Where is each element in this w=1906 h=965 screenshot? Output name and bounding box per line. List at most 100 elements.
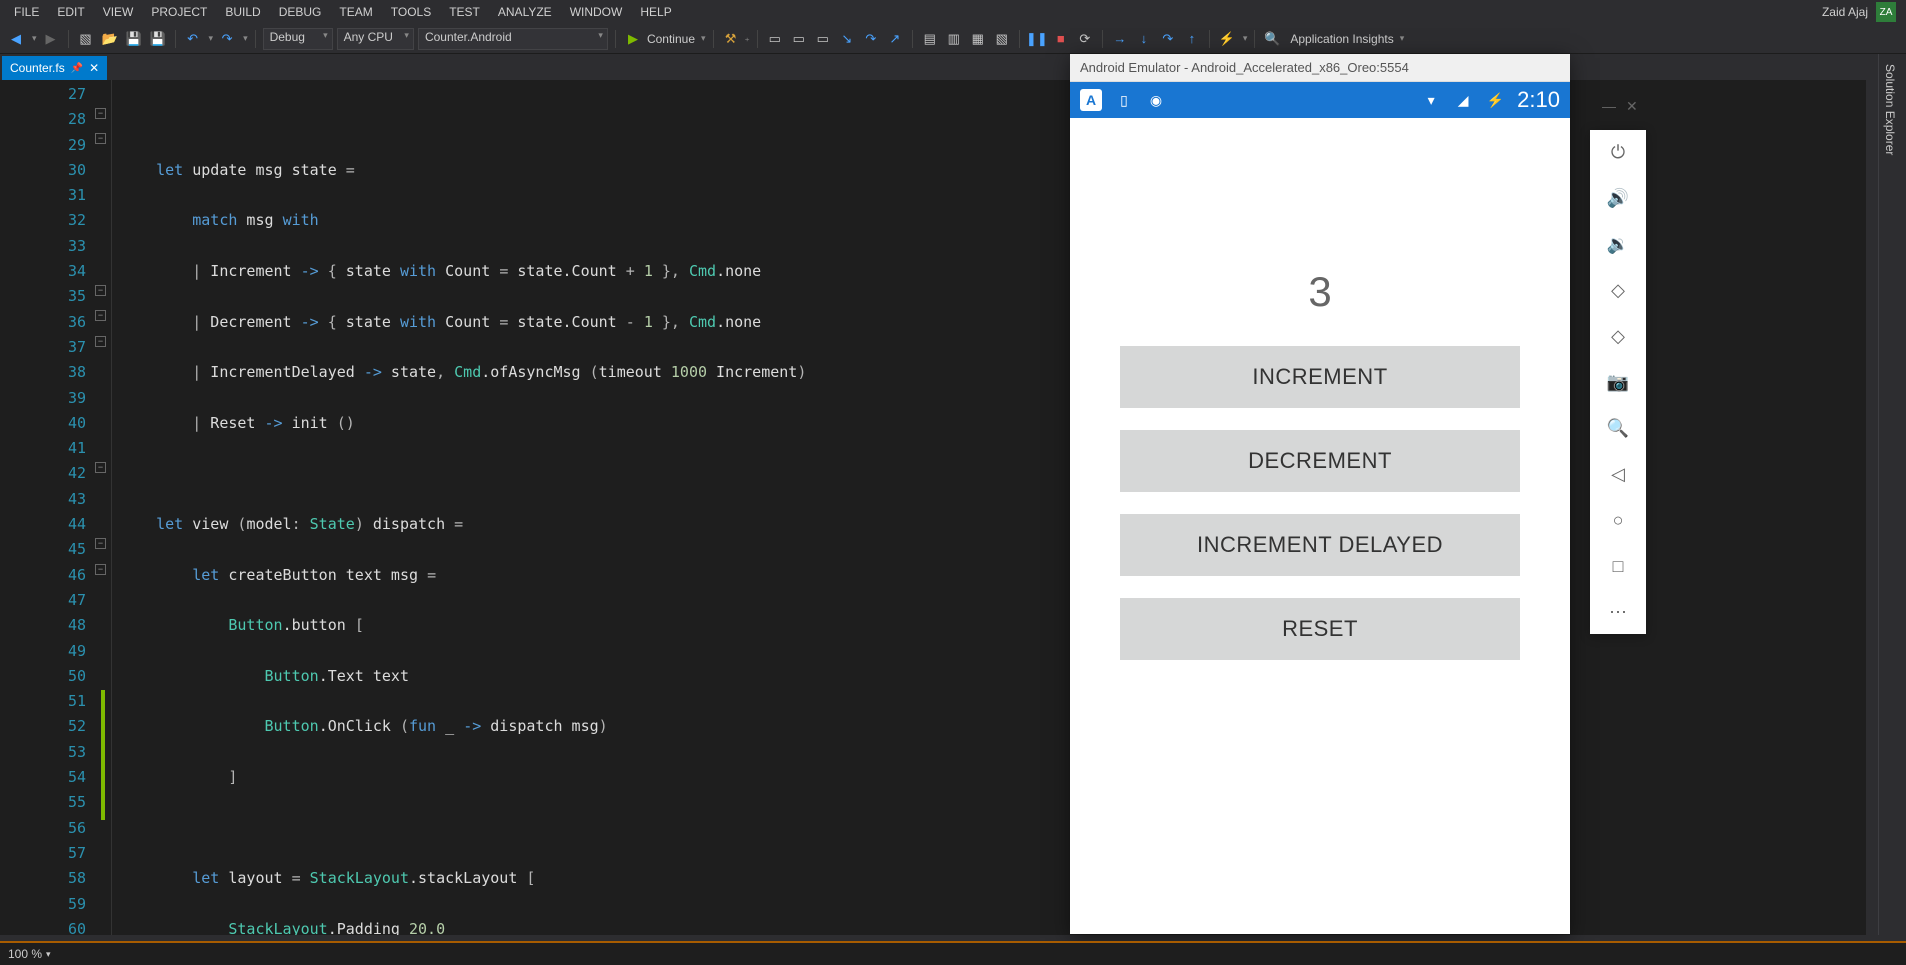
continue-label[interactable]: Continue xyxy=(647,32,695,46)
redo-icon[interactable]: ↷ xyxy=(217,29,237,49)
layout2-icon[interactable]: ▥ xyxy=(944,29,964,49)
zoom-chevron-icon[interactable]: ▾ xyxy=(46,949,51,960)
step-over-icon[interactable]: ↷ xyxy=(861,29,881,49)
menu-view[interactable]: VIEW xyxy=(95,3,142,21)
document-tabs: Counter.fs 📌 ✕ xyxy=(0,54,1906,80)
emulator-controls: ⏻ 🔊 🔉 ◇ ◇ 📷 🔍 ◁ ○ □ ⋯ xyxy=(1590,130,1646,634)
continue-icon[interactable]: ▶ xyxy=(623,29,643,49)
step-out-icon[interactable]: ↗ xyxy=(885,29,905,49)
menu-team[interactable]: TEAM xyxy=(331,3,380,21)
volume-down-icon[interactable]: 🔉 xyxy=(1604,230,1632,258)
search-icon[interactable]: 🔍 xyxy=(1262,29,1282,49)
save-all-icon[interactable]: 💾 xyxy=(148,29,168,49)
step-into-icon[interactable]: ↘ xyxy=(837,29,857,49)
new-project-icon[interactable]: ▧ xyxy=(76,29,96,49)
pause-icon[interactable]: ❚❚ xyxy=(1027,29,1047,49)
menu-test[interactable]: TEST xyxy=(441,3,488,21)
app-insights[interactable]: Application Insights xyxy=(1290,32,1393,46)
user-avatar[interactable]: ZA xyxy=(1876,2,1896,22)
code-editor[interactable]: 2728293031323334353637383940414243444546… xyxy=(0,80,1866,935)
rotate-left-icon[interactable]: ◇ xyxy=(1604,276,1632,304)
solution-explorer-label: Solution Explorer xyxy=(1879,54,1901,165)
keyboard-icon: A xyxy=(1080,89,1102,111)
wifi-icon: ▾ xyxy=(1421,90,1441,110)
emulator-title: Android Emulator - Android_Accelerated_x… xyxy=(1070,54,1570,82)
tab-counter-fs[interactable]: Counter.fs 📌 ✕ xyxy=(2,56,107,80)
fold-marker[interactable]: − xyxy=(95,108,106,119)
emulator-window-controls: — ✕ xyxy=(1602,98,1638,115)
android-emulator-window[interactable]: Android Emulator - Android_Accelerated_x… xyxy=(1070,54,1570,934)
volume-up-icon[interactable]: 🔊 xyxy=(1604,184,1632,212)
increment-delayed-button[interactable]: INCREMENT DELAYED xyxy=(1120,514,1520,576)
rotate-right-icon[interactable]: ◇ xyxy=(1604,322,1632,350)
step-over2-icon[interactable]: ↷ xyxy=(1158,29,1178,49)
fold-marker[interactable]: − xyxy=(95,564,106,575)
thread-icon[interactable]: ▭ xyxy=(789,29,809,49)
decrement-button[interactable]: DECREMENT xyxy=(1120,430,1520,492)
open-icon[interactable]: 📂 xyxy=(100,29,120,49)
toolbox-icon[interactable]: ⚒ xyxy=(721,29,741,49)
close-icon[interactable]: ✕ xyxy=(89,61,99,75)
menu-debug[interactable]: DEBUG xyxy=(271,3,330,21)
menu-analyze[interactable]: ANALYZE xyxy=(490,3,560,21)
restart-icon[interactable]: ⟳ xyxy=(1075,29,1095,49)
menu-help[interactable]: HELP xyxy=(632,3,679,21)
undo-icon[interactable]: ↶ xyxy=(183,29,203,49)
menu-tools[interactable]: TOOLS xyxy=(383,3,439,21)
fold-marker[interactable]: − xyxy=(95,310,106,321)
toolbar: ◀▾ ▶ ▧ 📂 💾 💾 ↶▾ ↷▾ Debug▾ Any CPU▾ Count… xyxy=(0,24,1906,54)
platform-combo[interactable]: Any CPU▾ xyxy=(337,28,414,50)
layout4-icon[interactable]: ▧ xyxy=(992,29,1012,49)
line-numbers: 2728293031323334353637383940414243444546… xyxy=(0,80,92,935)
nav-fwd-icon[interactable]: ▶ xyxy=(41,29,61,49)
startup-project-combo[interactable]: Counter.Android▾ xyxy=(418,28,608,50)
loading-icon: ◉ xyxy=(1146,90,1166,110)
user-name[interactable]: Zaid Ajaj xyxy=(1822,5,1868,19)
increment-button[interactable]: INCREMENT xyxy=(1120,346,1520,408)
overview-icon[interactable]: □ xyxy=(1604,552,1632,580)
camera-icon[interactable]: 📷 xyxy=(1604,368,1632,396)
menu-project[interactable]: PROJECT xyxy=(143,3,215,21)
step-out2-icon[interactable]: ↑ xyxy=(1182,29,1202,49)
nav-back-icon[interactable]: ◀ xyxy=(6,29,26,49)
menu-window[interactable]: WINDOW xyxy=(562,3,631,21)
process-icon[interactable]: ▭ xyxy=(765,29,785,49)
app-content: 3 INCREMENT DECREMENT INCREMENT DELAYED … xyxy=(1070,118,1570,702)
more-icon[interactable]: ⋯ xyxy=(1604,598,1632,626)
zoom-icon[interactable]: 🔍 xyxy=(1604,414,1632,442)
battery-icon: ⚡ xyxy=(1485,90,1505,110)
fold-marker[interactable]: − xyxy=(95,133,106,144)
power-icon[interactable]: ⏻ xyxy=(1604,138,1632,166)
fold-marker[interactable]: − xyxy=(95,538,106,549)
intellitrace-icon[interactable]: ⚡ xyxy=(1217,29,1237,49)
menu-bar: FILE EDIT VIEW PROJECT BUILD DEBUG TEAM … xyxy=(0,0,1906,24)
fold-marker[interactable]: − xyxy=(95,336,106,347)
minimize-icon[interactable]: — xyxy=(1602,98,1616,115)
pin-icon[interactable]: 📌 xyxy=(71,63,83,74)
close-icon[interactable]: ✕ xyxy=(1626,98,1638,115)
fold-marker[interactable]: − xyxy=(95,285,106,296)
show-next-icon[interactable]: → xyxy=(1110,29,1130,49)
stack-icon[interactable]: ▭ xyxy=(813,29,833,49)
step-into2-icon[interactable]: ↓ xyxy=(1134,29,1154,49)
fold-marker[interactable]: − xyxy=(95,462,106,473)
save-icon[interactable]: 💾 xyxy=(124,29,144,49)
config-combo[interactable]: Debug▾ xyxy=(263,28,333,50)
menu-edit[interactable]: EDIT xyxy=(49,3,92,21)
reset-button[interactable]: RESET xyxy=(1120,598,1520,660)
stop-icon[interactable]: ■ xyxy=(1051,29,1071,49)
change-marker xyxy=(101,690,105,820)
menu-build[interactable]: BUILD xyxy=(217,3,268,21)
android-status-bar: A ▯ ◉ ▾ ◢ ⚡ 2:10 xyxy=(1070,82,1570,118)
sd-card-icon: ▯ xyxy=(1114,90,1134,110)
menu-file[interactable]: FILE xyxy=(6,3,47,21)
tab-label: Counter.fs xyxy=(10,61,65,75)
layout1-icon[interactable]: ▤ xyxy=(920,29,940,49)
layout3-icon[interactable]: ▦ xyxy=(968,29,988,49)
status-bar: 100 % ▾ xyxy=(0,941,1906,965)
solution-explorer-collapsed[interactable]: Solution Explorer xyxy=(1878,54,1906,935)
zoom-level[interactable]: 100 % xyxy=(8,947,42,961)
home-icon[interactable]: ○ xyxy=(1604,506,1632,534)
back-icon[interactable]: ◁ xyxy=(1604,460,1632,488)
counter-value: 3 xyxy=(1308,268,1331,316)
